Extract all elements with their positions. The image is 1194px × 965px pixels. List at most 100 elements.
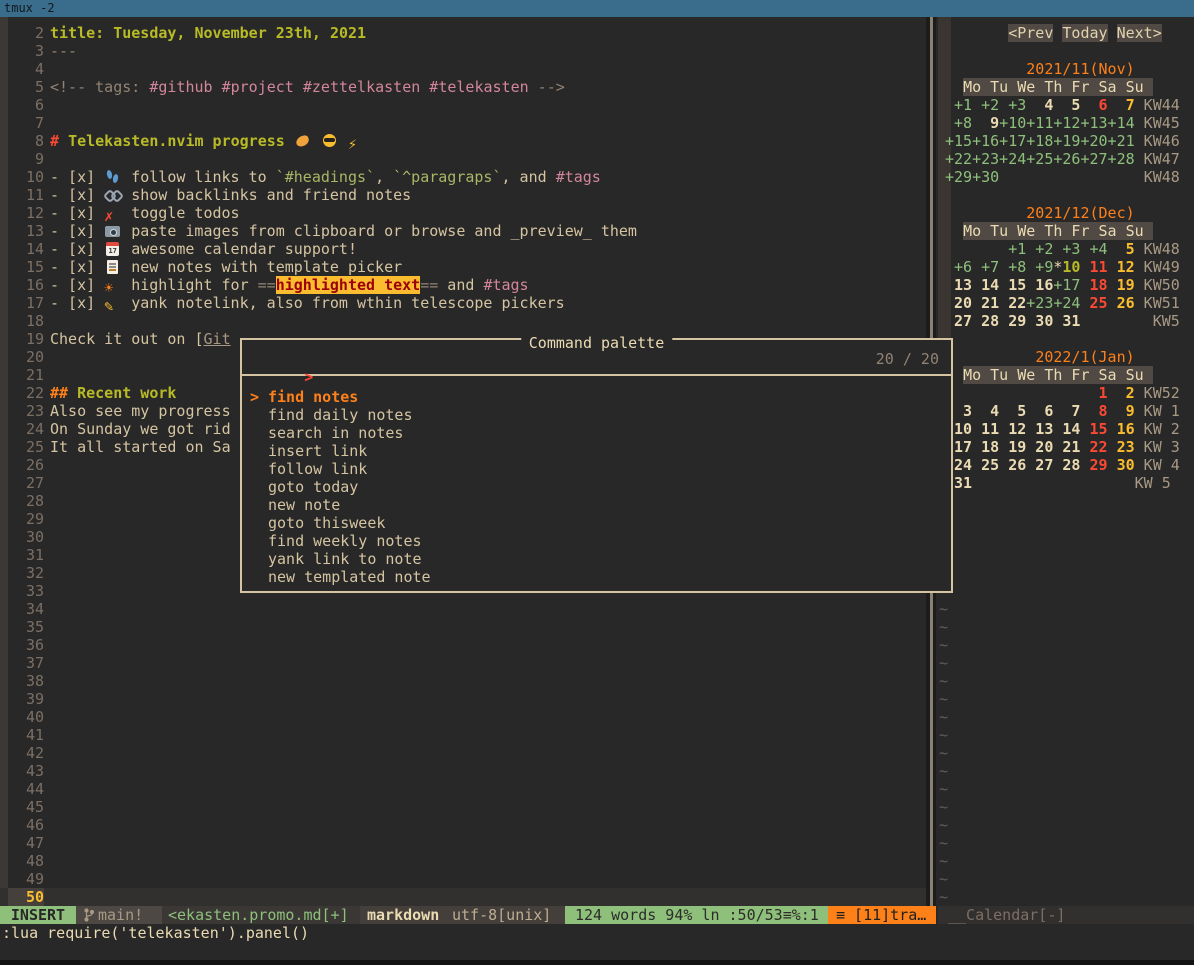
run-sun[interactable]: 5	[1108, 240, 1135, 258]
editor-line[interactable]: 49	[0, 870, 926, 888]
editor-line[interactable]: 15- [x] new notes with template picker	[0, 258, 926, 276]
run-sat[interactable]: 18	[1080, 276, 1107, 294]
editor-line[interactable]: 44	[0, 780, 926, 798]
run-day[interactable]: 10 11 12 13 14	[945, 420, 1080, 438]
editor-line[interactable]: 45	[0, 798, 926, 816]
run-note[interactable]: +6 +7 +8 +9	[945, 258, 1053, 276]
calendar-pane[interactable]: <Prev Today Next> 2021/11(Nov) Mo Tu We …	[936, 17, 1194, 906]
run-day[interactable]: 3 4 5 6 7	[945, 402, 1080, 420]
editor-line[interactable]: 14- [x] awesome calendar support!	[0, 240, 926, 258]
run-sun[interactable]: 26	[1108, 294, 1135, 312]
run-sun[interactable]: 23	[1108, 438, 1135, 456]
editor-line[interactable]: 5<!-- tags: #github #project #zettelkast…	[0, 78, 926, 96]
calendar-next-button[interactable]: Next>	[1117, 24, 1162, 42]
editor-line[interactable]: 6	[0, 96, 926, 114]
statusline-filename[interactable]: <ekasten.promo.md[+]	[162, 906, 360, 924]
run-sat[interactable]: 8	[1080, 402, 1107, 420]
editor-line[interactable]: 16- [x] highlight for ==highlighted text…	[0, 276, 926, 294]
run-sun[interactable]: 2	[1108, 384, 1135, 402]
palette-item-search-in-notes[interactable]: search in notes	[250, 424, 951, 442]
run-day[interactable]: 4 5	[1026, 96, 1080, 114]
calendar-icon	[104, 241, 122, 257]
run-sat[interactable]: 6	[1080, 96, 1107, 114]
run-sun[interactable]: 19	[1108, 276, 1135, 294]
empty-line: ~	[945, 744, 1194, 762]
editor-line[interactable]: 34	[0, 600, 926, 618]
run-note[interactable]: +22+23+24+25+26+27+28	[945, 150, 1135, 168]
palette-item-find-daily-notes[interactable]: find daily notes	[250, 406, 951, 424]
editor-line[interactable]: 48	[0, 852, 926, 870]
run-note[interactable]: +29+30	[945, 168, 999, 186]
calendar-blank-row	[945, 186, 1194, 204]
muscle-icon	[294, 133, 312, 149]
editor-line[interactable]: 12- [x] toggle todos	[0, 204, 926, 222]
run-sun[interactable]: 7	[1108, 96, 1135, 114]
run-sat[interactable]: 29	[1080, 456, 1107, 474]
run-sat[interactable]: 15	[1080, 420, 1107, 438]
editor-line[interactable]: 3---	[0, 42, 926, 60]
run-sun[interactable]: 9	[1108, 402, 1135, 420]
editor-line[interactable]: 46	[0, 816, 926, 834]
run-sun[interactable]: 12	[1108, 258, 1135, 276]
editor-line[interactable]: 50	[0, 888, 926, 906]
run-note[interactable]: +23+24	[1026, 294, 1080, 312]
palette-item-new-note[interactable]: new note	[250, 496, 951, 514]
editor-line[interactable]: 10- [x] follow links to `#headings`, `^p…	[0, 168, 926, 186]
run-sat[interactable]: 25	[1080, 294, 1107, 312]
run-day[interactable]: 24 25 26 27 28	[945, 456, 1080, 474]
editor-line[interactable]: 47	[0, 834, 926, 852]
run-day[interactable]: 9	[972, 114, 999, 132]
palette-item-goto-today[interactable]: goto today	[250, 478, 951, 496]
statusline-buffers[interactable]: ≡ [11]tra…	[828, 906, 936, 924]
run-note[interactable]: +17	[1053, 276, 1080, 294]
editor-line[interactable]: 7	[0, 114, 926, 132]
command-line[interactable]: :lua require('telekasten').panel()	[0, 924, 1194, 942]
run-today[interactable]: 10	[1062, 258, 1080, 276]
editor-line[interactable]: 42	[0, 744, 926, 762]
editor-line[interactable]: 8# Telekasten.nvim progress	[0, 132, 926, 150]
palette-item-yank-link-to-note[interactable]: yank link to note	[250, 550, 951, 568]
calendar-today-button[interactable]: Today	[1062, 24, 1107, 42]
palette-item-new-templated-note[interactable]: new templated note	[250, 568, 951, 586]
editor-line[interactable]: 43	[0, 762, 926, 780]
editor-line[interactable]: 40	[0, 708, 926, 726]
line-number: 29	[8, 510, 44, 528]
editor-line[interactable]: 4	[0, 60, 926, 78]
run-day[interactable]: 27 28 29 30 31	[945, 312, 1080, 330]
run-day[interactable]: 13 14 15 16	[945, 276, 1053, 294]
run-sat[interactable]: 22	[1080, 438, 1107, 456]
palette-item-find-weekly-notes[interactable]: find weekly notes	[250, 532, 951, 550]
editor-line[interactable]: 2title: Tuesday, November 23th, 2021	[0, 24, 926, 42]
palette-item-follow-link[interactable]: follow link	[250, 460, 951, 478]
run-day[interactable]: 17 18 19 20 21	[945, 438, 1080, 456]
run-note[interactable]: +10+11+12+13+14	[999, 114, 1134, 132]
palette-item-find-notes[interactable]: >find notes	[250, 388, 951, 406]
editor-line[interactable]: 37	[0, 654, 926, 672]
editor-line[interactable]: 36	[0, 636, 926, 654]
editor-line[interactable]: 18	[0, 312, 926, 330]
editor-line[interactable]: 9	[0, 150, 926, 168]
run-note[interactable]: +15+16+17+18+19+20+21	[945, 132, 1135, 150]
palette-item-goto-thisweek[interactable]: goto thisweek	[250, 514, 951, 532]
editor-line[interactable]: 41	[0, 726, 926, 744]
run-sat[interactable]: 11	[1080, 258, 1107, 276]
editor-line[interactable]: 38	[0, 672, 926, 690]
run-day[interactable]: 20 21 22	[945, 294, 1026, 312]
calendar-prev-button[interactable]: <Prev	[1008, 24, 1053, 42]
run-note[interactable]: +8	[945, 114, 972, 132]
run-sun[interactable]: 30	[1108, 456, 1135, 474]
palette-prompt-row[interactable]: > 20 / 20	[242, 340, 951, 376]
run-note[interactable]: +1 +2 +3 +4	[999, 240, 1107, 258]
run-note[interactable]: +1 +2 +3	[945, 96, 1026, 114]
empty-line: ~	[945, 816, 1194, 834]
editor-line[interactable]: 13- [x] paste images from clipboard or b…	[0, 222, 926, 240]
editor-line[interactable]: 35	[0, 618, 926, 636]
run-dim: <!-- tags:	[50, 78, 149, 96]
run-sun[interactable]: 16	[1108, 420, 1135, 438]
editor-line[interactable]: 11- [x] show backlinks and friend notes	[0, 186, 926, 204]
run-sat[interactable]: 1	[1080, 384, 1107, 402]
editor-line[interactable]: 39	[0, 690, 926, 708]
editor-line[interactable]: 17- [x] yank notelink, also from wthin t…	[0, 294, 926, 312]
palette-item-insert-link[interactable]: insert link	[250, 442, 951, 460]
statusline-branch[interactable]: main!	[76, 906, 162, 924]
